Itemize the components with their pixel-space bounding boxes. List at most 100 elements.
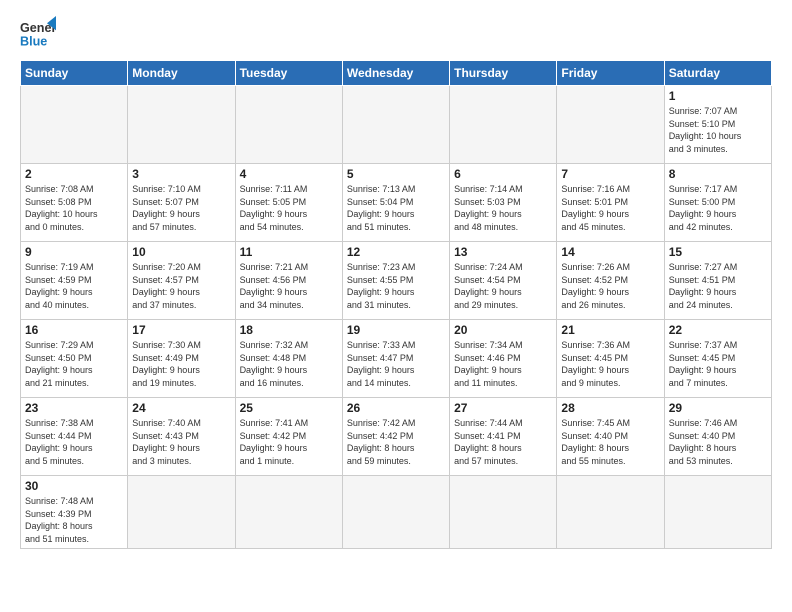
calendar-cell: 17Sunrise: 7:30 AM Sunset: 4:49 PM Dayli… — [128, 320, 235, 398]
day-info: Sunrise: 7:13 AM Sunset: 5:04 PM Dayligh… — [347, 183, 445, 233]
calendar-cell — [128, 476, 235, 549]
day-info: Sunrise: 7:37 AM Sunset: 4:45 PM Dayligh… — [669, 339, 767, 389]
day-number: 10 — [132, 245, 230, 259]
calendar-week-row: 16Sunrise: 7:29 AM Sunset: 4:50 PM Dayli… — [21, 320, 772, 398]
day-info: Sunrise: 7:42 AM Sunset: 4:42 PM Dayligh… — [347, 417, 445, 467]
day-info: Sunrise: 7:21 AM Sunset: 4:56 PM Dayligh… — [240, 261, 338, 311]
calendar-cell: 24Sunrise: 7:40 AM Sunset: 4:43 PM Dayli… — [128, 398, 235, 476]
day-number: 30 — [25, 479, 123, 493]
day-number: 21 — [561, 323, 659, 337]
day-number: 14 — [561, 245, 659, 259]
day-number: 29 — [669, 401, 767, 415]
day-info: Sunrise: 7:36 AM Sunset: 4:45 PM Dayligh… — [561, 339, 659, 389]
calendar-cell — [235, 476, 342, 549]
day-number: 12 — [347, 245, 445, 259]
weekday-header-monday: Monday — [128, 61, 235, 86]
day-number: 5 — [347, 167, 445, 181]
header: General Blue — [20, 16, 772, 52]
calendar-cell: 10 Sunrise: 7:20 AM Sunset: 4:57 PM Dayli… — [128, 242, 235, 320]
calendar-cell: 27 Sunrise: 7:44 AM Sunset: 4:41 PM Dayli… — [450, 398, 557, 476]
calendar-cell: 2Sunrise: 7:08 AM Sunset: 5:08 PM Daylig… — [21, 164, 128, 242]
calendar-cell: 22 Sunrise: 7:37 AM Sunset: 4:45 PM Dayli… — [664, 320, 771, 398]
calendar-cell — [450, 476, 557, 549]
calendar-cell — [557, 476, 664, 549]
calendar-cell — [664, 476, 771, 549]
calendar-cell: 14 Sunrise: 7:26 AM Sunset: 4:52 PM Dayli… — [557, 242, 664, 320]
weekday-header-wednesday: Wednesday — [342, 61, 449, 86]
day-number: 8 — [669, 167, 767, 181]
day-number: 11 — [240, 245, 338, 259]
day-info: Sunrise: 7:20 AM Sunset: 4:57 PM Dayligh… — [132, 261, 230, 311]
calendar-cell — [342, 86, 449, 164]
day-number: 22 — [669, 323, 767, 337]
calendar-cell — [235, 86, 342, 164]
day-number: 16 — [25, 323, 123, 337]
day-number: 23 — [25, 401, 123, 415]
calendar-cell: 15 Sunrise: 7:27 AM Sunset: 4:51 PM Dayli… — [664, 242, 771, 320]
day-info: Sunrise: 7:14 AM Sunset: 5:03 PM Dayligh… — [454, 183, 552, 233]
logo-icon: General Blue — [20, 16, 56, 52]
day-info: Sunrise: 7:30 AM Sunset: 4:49 PM Dayligh… — [132, 339, 230, 389]
day-info: Sunrise: 7:11 AM Sunset: 5:05 PM Dayligh… — [240, 183, 338, 233]
calendar-cell: 16Sunrise: 7:29 AM Sunset: 4:50 PM Dayli… — [21, 320, 128, 398]
day-number: 25 — [240, 401, 338, 415]
day-info: Sunrise: 7:34 AM Sunset: 4:46 PM Dayligh… — [454, 339, 552, 389]
day-info: Sunrise: 7:19 AM Sunset: 4:59 PM Dayligh… — [25, 261, 123, 311]
calendar-week-row: 2Sunrise: 7:08 AM Sunset: 5:08 PM Daylig… — [21, 164, 772, 242]
day-number: 7 — [561, 167, 659, 181]
day-number: 18 — [240, 323, 338, 337]
calendar-cell: 11 Sunrise: 7:21 AM Sunset: 4:56 PM Dayli… — [235, 242, 342, 320]
calendar-cell: 1Sunrise: 7:07 AM Sunset: 5:10 PM Daylig… — [664, 86, 771, 164]
day-info: Sunrise: 7:41 AM Sunset: 4:42 PM Dayligh… — [240, 417, 338, 467]
calendar-week-row: 9 Sunrise: 7:19 AM Sunset: 4:59 PM Daylig… — [21, 242, 772, 320]
weekday-header-thursday: Thursday — [450, 61, 557, 86]
calendar-cell: 3Sunrise: 7:10 AM Sunset: 5:07 PM Daylig… — [128, 164, 235, 242]
calendar-cell: 21 Sunrise: 7:36 AM Sunset: 4:45 PM Dayli… — [557, 320, 664, 398]
day-number: 27 — [454, 401, 552, 415]
day-info: Sunrise: 7:07 AM Sunset: 5:10 PM Dayligh… — [669, 105, 767, 155]
calendar-cell: 8 Sunrise: 7:17 AM Sunset: 5:00 PM Daylig… — [664, 164, 771, 242]
calendar-cell: 5 Sunrise: 7:13 AM Sunset: 5:04 PM Daylig… — [342, 164, 449, 242]
calendar-cell — [21, 86, 128, 164]
day-number: 20 — [454, 323, 552, 337]
day-info: Sunrise: 7:44 AM Sunset: 4:41 PM Dayligh… — [454, 417, 552, 467]
day-number: 15 — [669, 245, 767, 259]
calendar-cell: 29 Sunrise: 7:46 AM Sunset: 4:40 PM Dayli… — [664, 398, 771, 476]
weekday-header-tuesday: Tuesday — [235, 61, 342, 86]
day-info: Sunrise: 7:46 AM Sunset: 4:40 PM Dayligh… — [669, 417, 767, 467]
calendar-cell — [557, 86, 664, 164]
calendar-week-row: 23 Sunrise: 7:38 AM Sunset: 4:44 PM Dayli… — [21, 398, 772, 476]
day-number: 2 — [25, 167, 123, 181]
day-number: 26 — [347, 401, 445, 415]
calendar-cell — [450, 86, 557, 164]
day-info: Sunrise: 7:26 AM Sunset: 4:52 PM Dayligh… — [561, 261, 659, 311]
day-info: Sunrise: 7:24 AM Sunset: 4:54 PM Dayligh… — [454, 261, 552, 311]
day-number: 13 — [454, 245, 552, 259]
day-info: Sunrise: 7:38 AM Sunset: 4:44 PM Dayligh… — [25, 417, 123, 467]
weekday-header-friday: Friday — [557, 61, 664, 86]
calendar-cell: 12Sunrise: 7:23 AM Sunset: 4:55 PM Dayli… — [342, 242, 449, 320]
calendar-cell: 25 Sunrise: 7:41 AM Sunset: 4:42 PM Dayli… — [235, 398, 342, 476]
day-number: 9 — [25, 245, 123, 259]
day-number: 3 — [132, 167, 230, 181]
calendar-cell: 7Sunrise: 7:16 AM Sunset: 5:01 PM Daylig… — [557, 164, 664, 242]
calendar-header-row: SundayMondayTuesdayWednesdayThursdayFrid… — [21, 61, 772, 86]
calendar-cell: 30 Sunrise: 7:48 AM Sunset: 4:39 PM Dayli… — [21, 476, 128, 549]
calendar-cell: 23 Sunrise: 7:38 AM Sunset: 4:44 PM Dayli… — [21, 398, 128, 476]
day-info: Sunrise: 7:40 AM Sunset: 4:43 PM Dayligh… — [132, 417, 230, 467]
day-info: Sunrise: 7:17 AM Sunset: 5:00 PM Dayligh… — [669, 183, 767, 233]
day-info: Sunrise: 7:45 AM Sunset: 4:40 PM Dayligh… — [561, 417, 659, 467]
calendar-cell: 28 Sunrise: 7:45 AM Sunset: 4:40 PM Dayli… — [557, 398, 664, 476]
calendar-cell — [342, 476, 449, 549]
calendar-cell: 20 Sunrise: 7:34 AM Sunset: 4:46 PM Dayli… — [450, 320, 557, 398]
calendar-table: SundayMondayTuesdayWednesdayThursdayFrid… — [20, 60, 772, 549]
calendar-cell: 6Sunrise: 7:14 AM Sunset: 5:03 PM Daylig… — [450, 164, 557, 242]
svg-text:Blue: Blue — [20, 35, 47, 49]
day-info: Sunrise: 7:27 AM Sunset: 4:51 PM Dayligh… — [669, 261, 767, 311]
day-info: Sunrise: 7:48 AM Sunset: 4:39 PM Dayligh… — [25, 495, 123, 545]
calendar-week-row: 1Sunrise: 7:07 AM Sunset: 5:10 PM Daylig… — [21, 86, 772, 164]
day-info: Sunrise: 7:33 AM Sunset: 4:47 PM Dayligh… — [347, 339, 445, 389]
day-number: 28 — [561, 401, 659, 415]
calendar-cell — [128, 86, 235, 164]
weekday-header-sunday: Sunday — [21, 61, 128, 86]
